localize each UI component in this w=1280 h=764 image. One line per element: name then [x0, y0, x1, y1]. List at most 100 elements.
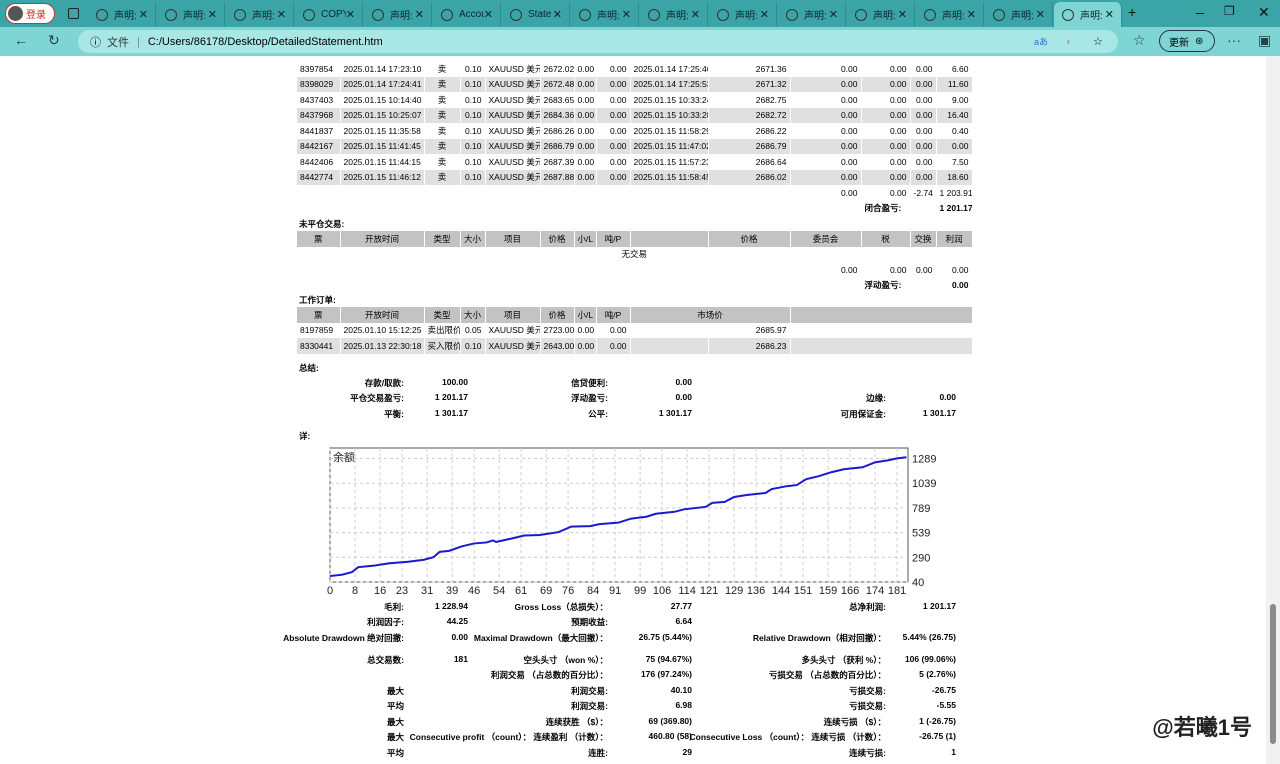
- table-cell: 类型: [424, 307, 461, 323]
- table-cell: 0.00: [861, 185, 911, 201]
- table-cell: 0.00: [596, 61, 631, 77]
- tab-close-icon[interactable]: ✕: [346, 8, 355, 21]
- tab-close-icon[interactable]: ✕: [760, 8, 769, 21]
- stat-label: 利润交易:: [571, 686, 608, 696]
- table-cell: 利润: [936, 231, 973, 247]
- table-cell: 0.10: [460, 92, 486, 108]
- browser-tab[interactable]: 声明: ✕: [847, 2, 915, 27]
- read-aloud-icon[interactable]: aあ: [1034, 35, 1048, 48]
- browser-tab[interactable]: COPY✕: [295, 2, 363, 27]
- sidebar-icon[interactable]: ▣: [1258, 32, 1271, 49]
- closed-pl-label: 闭合盈亏:: [861, 200, 937, 216]
- table-cell: 8397854: [297, 61, 341, 77]
- back-icon[interactable]: ←: [14, 32, 28, 48]
- table-cell: 0.00: [861, 169, 911, 185]
- tab-close-icon[interactable]: ✕: [1036, 8, 1045, 21]
- table-cell: 0.00: [790, 185, 862, 201]
- browser-tab[interactable]: 声明: ✕: [157, 2, 225, 27]
- table-cell: 0.00: [574, 138, 597, 154]
- plot-area: [329, 447, 909, 583]
- favorites-icon[interactable]: ☆: [1133, 32, 1146, 49]
- vertical-scrollbar[interactable]: [1266, 56, 1280, 764]
- table-cell: 2686.23: [708, 338, 791, 354]
- stat-value: -26.75: [931, 685, 956, 695]
- globe-icon: [855, 8, 867, 21]
- stat-value: -5.55: [936, 700, 956, 710]
- table-cell: [297, 200, 862, 216]
- tab-close-icon[interactable]: ✕: [277, 8, 286, 21]
- tab-close-icon[interactable]: ✕: [208, 8, 217, 21]
- browser-tab[interactable]: 声明: ✕: [709, 2, 777, 27]
- table-cell: 价格: [540, 307, 575, 323]
- tab-close-icon[interactable]: ✕: [1105, 8, 1114, 21]
- balance-chart: 0 8 16 23 31 39 46 54 61 69 76 84 91 99 106 114 121 129 13…: [327, 447, 936, 597]
- table-cell: 0.00: [861, 262, 911, 278]
- favorite-star-icon[interactable]: ☆: [1093, 35, 1103, 48]
- x-tick-label: 99: [634, 585, 646, 597]
- browser-tab[interactable]: State ✕: [502, 2, 570, 27]
- browser-tab[interactable]: Accou✕: [433, 2, 501, 27]
- table-cell: 2686.79: [708, 138, 791, 154]
- browser-tab[interactable]: 声明: ✕: [571, 2, 639, 27]
- browser-tab[interactable]: 声明: ✕: [226, 2, 294, 27]
- tab-close-icon[interactable]: ✕: [898, 8, 907, 21]
- table-cell: 开放时间: [340, 231, 425, 247]
- globe-icon: [648, 8, 660, 21]
- tab-close-icon[interactable]: ✕: [415, 8, 424, 21]
- login-button[interactable]: 登录: [5, 3, 55, 24]
- tab-actions-icon[interactable]: [68, 8, 79, 19]
- table-cell: 11.60: [936, 76, 973, 92]
- globe-icon: [1062, 8, 1074, 21]
- url-text[interactable]: C:/Users/86178/Desktop/DetailedStatement…: [148, 36, 383, 48]
- tab-close-icon[interactable]: ✕: [139, 8, 148, 21]
- tab-close-icon[interactable]: ✕: [967, 8, 976, 21]
- scrollbar-thumb[interactable]: [1270, 604, 1276, 744]
- open-trades-table: 票开放时间 类型 大小 项目 价格 小/L 吨/P 价格 委员会税交换 利润 无交易 0.00 0.00…: [297, 231, 973, 293]
- more-icon[interactable]: ···: [1227, 32, 1241, 48]
- update-button[interactable]: 更新 ⊛: [1159, 30, 1215, 52]
- table-cell: [297, 277, 862, 293]
- restore-button[interactable]: ❐: [1224, 4, 1235, 18]
- closed-trade-row: 8437968 2025.01.15 10:25:07 卖 0.10 XAUUSD 美元…: [297, 107, 973, 123]
- browser-tab[interactable]: 声明: ✕: [88, 2, 156, 27]
- browser-tab[interactable]: 声明: ✕: [985, 2, 1053, 27]
- table-cell: 2687.39: [540, 154, 575, 170]
- stat-label: 利润交易:: [571, 701, 608, 711]
- stat-label: 平衡:: [384, 409, 404, 419]
- tab-close-icon[interactable]: ✕: [622, 8, 631, 21]
- browser-tab[interactable]: 声明: ✕: [640, 2, 708, 27]
- table-cell: 2025.01.15 11:58:45: [630, 169, 709, 185]
- table-cell: 16.40: [936, 107, 973, 123]
- table-cell: 2682.72: [708, 107, 791, 123]
- tab-close-icon[interactable]: ✕: [829, 8, 838, 21]
- no-trades-text: 无交易: [297, 246, 973, 262]
- stat-label: Gross Loss（总损失）：: [514, 602, 608, 612]
- browser-tab[interactable]: 声明: ✕: [364, 2, 432, 27]
- tab-close-icon[interactable]: ✕: [553, 8, 562, 21]
- minimize-button[interactable]: –: [1196, 4, 1204, 20]
- table-cell: 票: [297, 231, 341, 247]
- browser-tab[interactable]: 声明: ✕: [1054, 2, 1122, 27]
- table-cell: 1 203.91: [936, 185, 973, 201]
- tab-close-icon[interactable]: ✕: [691, 8, 700, 21]
- table-cell: [297, 262, 791, 278]
- x-tick-label: 181: [888, 585, 906, 597]
- table-cell: 0.10: [460, 123, 486, 139]
- table-cell: 买入限价: [424, 338, 461, 354]
- close-window-button[interactable]: ✕: [1258, 4, 1270, 21]
- browser-tab[interactable]: 声明: ✕: [916, 2, 984, 27]
- table-cell: XAUUSD 美元: [485, 61, 541, 77]
- info-icon: ⓘ: [90, 36, 101, 49]
- table-cell: 2686.64: [708, 154, 791, 170]
- x-tick-label: 129: [725, 585, 743, 597]
- browser-tab[interactable]: 声明: ✕: [778, 2, 846, 27]
- address-bar[interactable]: ⓘ 文件 | C:/Users/86178/Desktop/DetailedSt…: [78, 30, 1118, 53]
- open-trades-title: 未平仓交易:: [299, 219, 345, 229]
- table-cell: 2686.79: [540, 138, 575, 154]
- extension-icon[interactable]: ◐: [1066, 36, 1073, 48]
- tab-title: State: [528, 9, 552, 20]
- tab-close-icon[interactable]: ✕: [484, 8, 493, 21]
- new-tab-button[interactable]: +: [1128, 4, 1136, 20]
- refresh-icon[interactable]: ↻: [48, 32, 60, 49]
- table-cell: 卖出限价: [424, 322, 461, 338]
